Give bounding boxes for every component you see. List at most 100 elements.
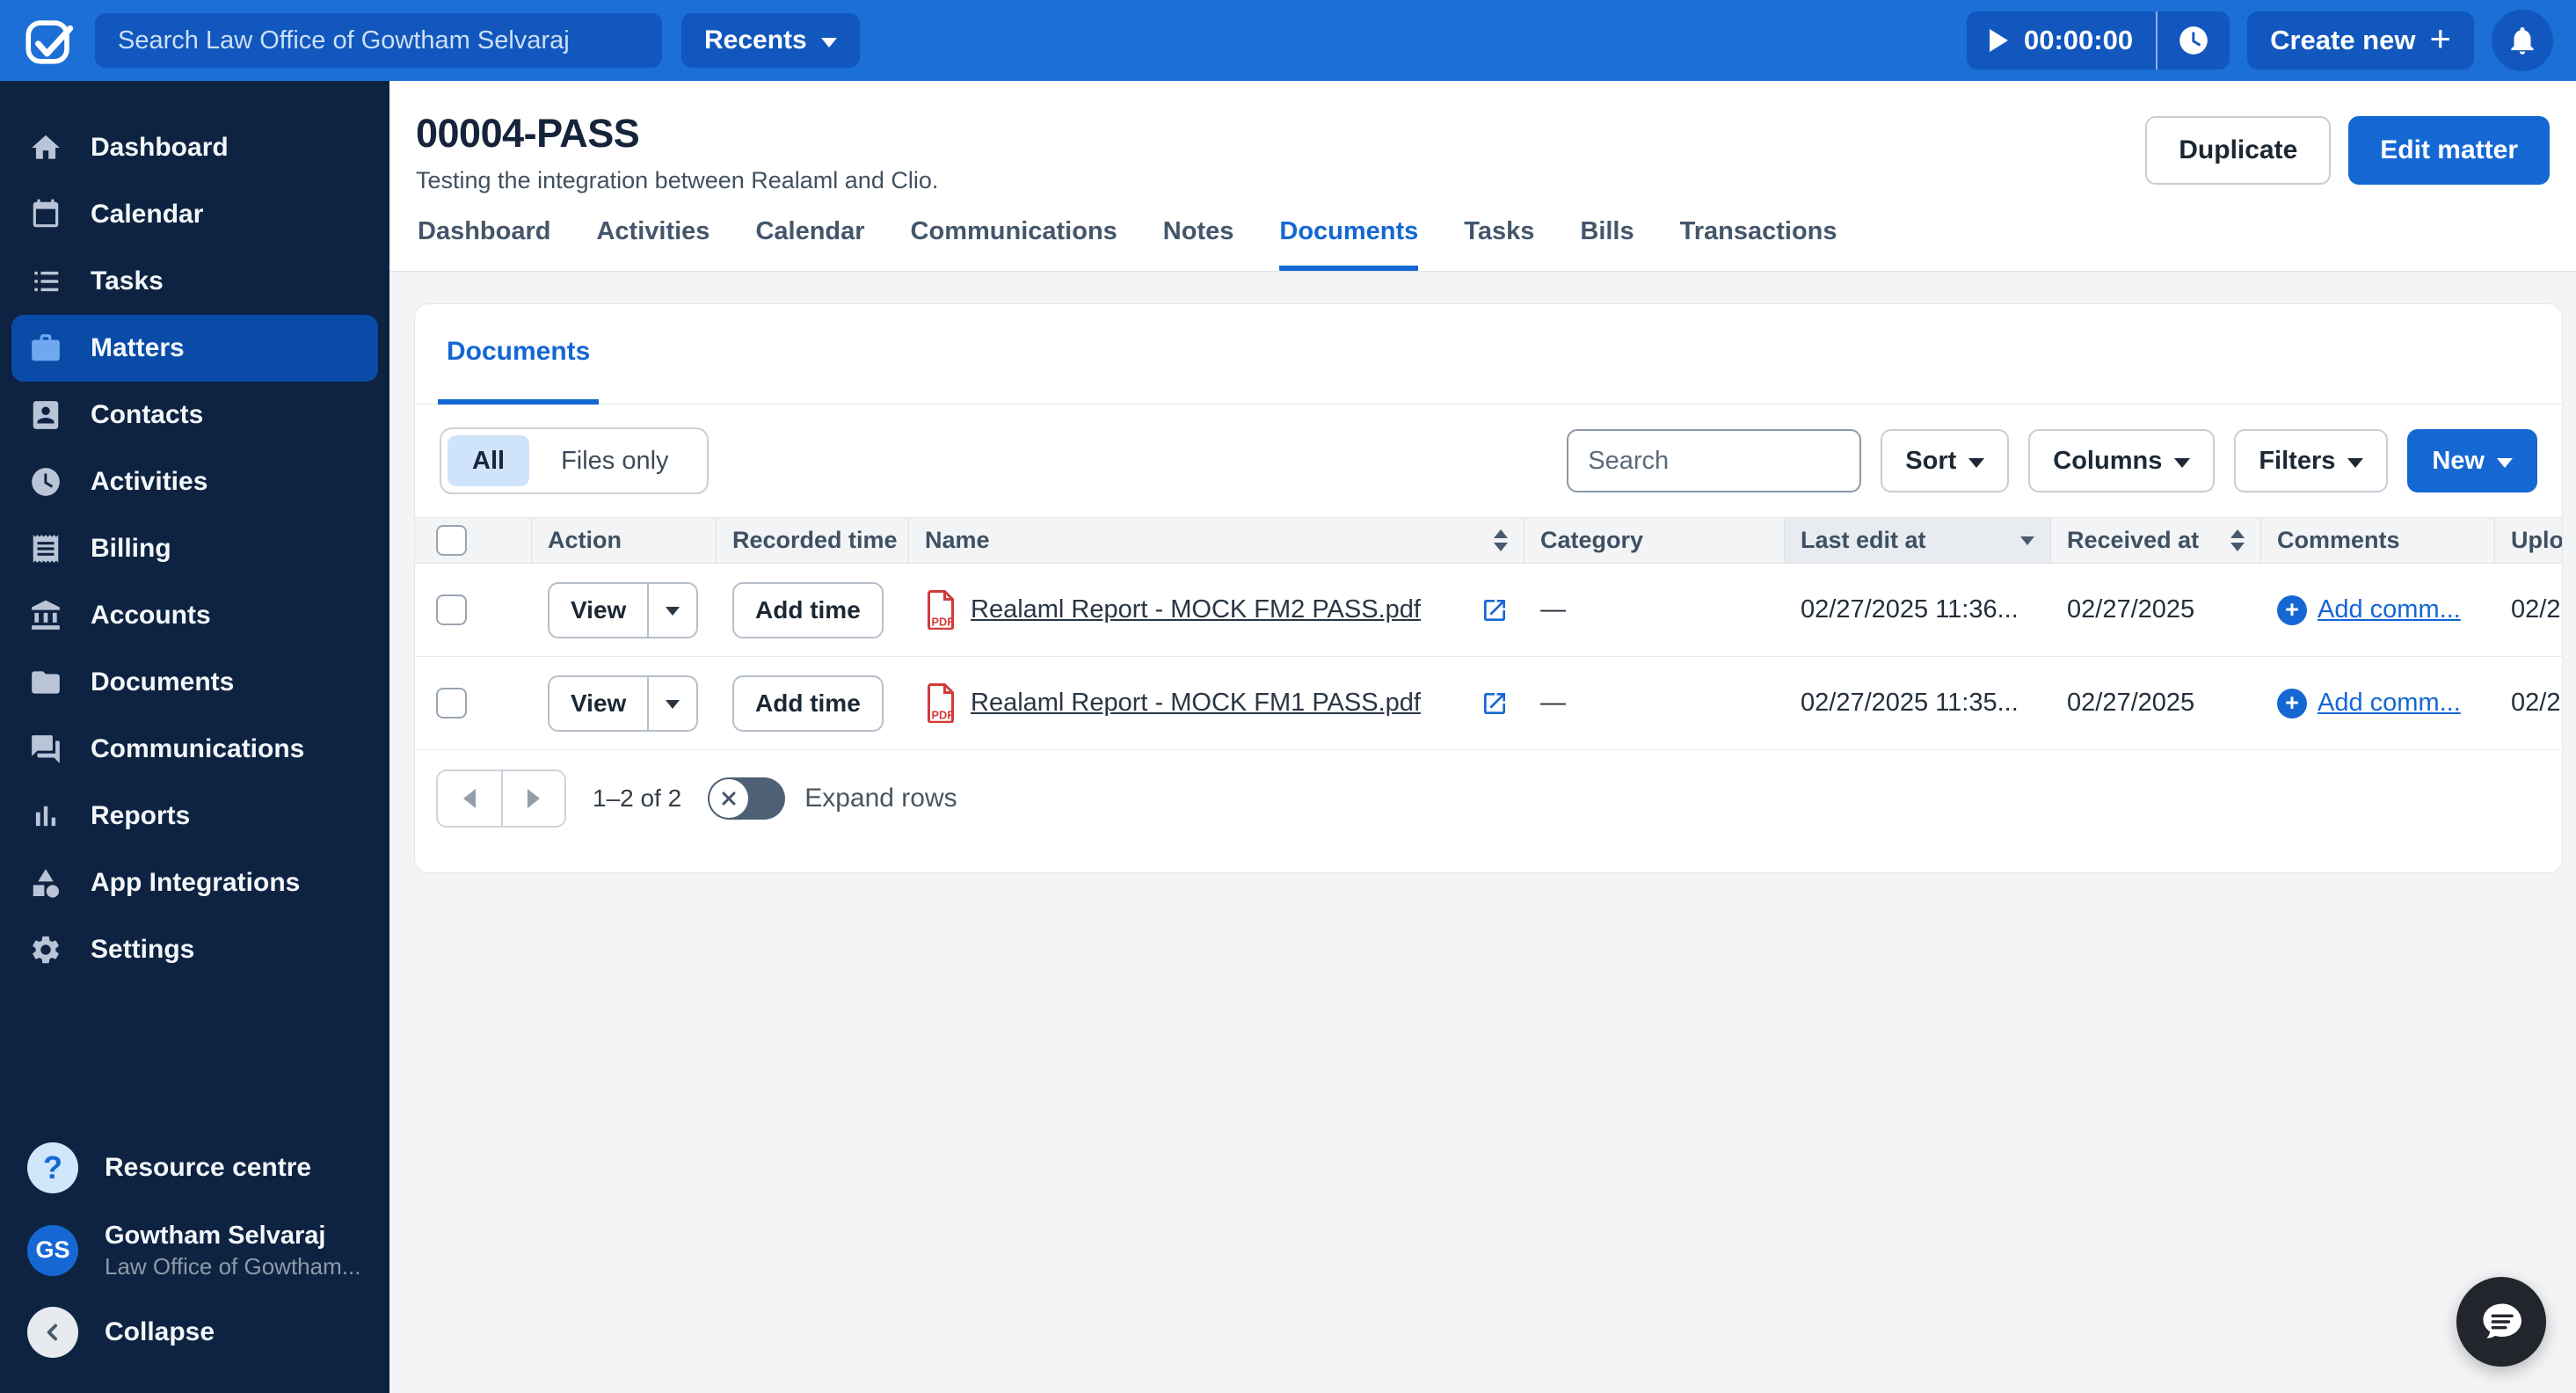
sidebar-item-reports[interactable]: Reports (11, 783, 378, 850)
row-checkbox[interactable] (436, 688, 467, 718)
sort-button[interactable]: Sort (1881, 429, 2010, 492)
sidebar-item-accounts[interactable]: Accounts (11, 582, 378, 649)
tab-notes[interactable]: Notes (1163, 217, 1234, 271)
new-label: New (2432, 446, 2485, 475)
documents-table: Action Recorded time Name Category Last … (415, 517, 2563, 750)
view-split-button[interactable]: View (548, 581, 699, 638)
expand-rows-control: Expand rows (708, 777, 957, 820)
column-header-uploaded: Uplo (2511, 527, 2563, 553)
view-dropdown-button[interactable] (647, 583, 696, 637)
expand-rows-toggle[interactable] (708, 777, 786, 820)
sidebar-item-billing[interactable]: Billing (11, 515, 378, 582)
bank-icon (27, 597, 64, 634)
segment-files-only[interactable]: Files only (529, 447, 701, 476)
uploaded-cell: 02/2 (2511, 595, 2561, 624)
subtab-documents[interactable]: Documents (438, 304, 600, 405)
chevron-left-small-icon (463, 789, 476, 808)
tab-documents[interactable]: Documents (1279, 217, 1419, 271)
table-header-row: Action Recorded time Name Category Last … (415, 517, 2563, 564)
add-time-button[interactable]: Add time (732, 675, 884, 732)
tab-activities[interactable]: Activities (596, 217, 709, 271)
external-link-icon[interactable] (1481, 689, 1509, 718)
create-new-label: Create new (2270, 25, 2416, 55)
resource-centre-label: Resource centre (105, 1153, 312, 1183)
clio-logo-icon[interactable] (23, 14, 76, 67)
sidebar-item-dashboard[interactable]: Dashboard (11, 114, 378, 181)
category-cell: — (1540, 595, 1566, 624)
duplicate-button[interactable]: Duplicate (2145, 116, 2332, 185)
global-search-input[interactable] (95, 13, 662, 68)
briefcase-icon (27, 330, 64, 367)
sidebar-bottom: ? Resource centre GS Gowtham Selvaraj La… (0, 1134, 389, 1393)
chevron-down-icon (2174, 457, 2191, 468)
documents-subtabs: Documents (415, 304, 2562, 405)
sidebar-item-settings[interactable]: Settings (11, 916, 378, 983)
sidebar-item-app-integrations[interactable]: App Integrations (11, 850, 378, 916)
external-link-icon[interactable] (1481, 596, 1509, 624)
column-header-last-edit-at[interactable]: Last edit at (1785, 518, 2051, 563)
expand-rows-label: Expand rows (804, 784, 957, 813)
sort-desc-icon (2020, 536, 2034, 545)
sidebar-item-contacts[interactable]: Contacts (11, 382, 378, 449)
column-header-name[interactable]: Name (909, 518, 1524, 563)
user-menu[interactable]: GS Gowtham Selvaraj Law Office of Gowtha… (11, 1211, 378, 1289)
sidebar-item-tasks[interactable]: Tasks (11, 248, 378, 315)
pagination-range: 1–2 of 2 (593, 784, 682, 812)
view-button-label: View (571, 595, 627, 624)
chevron-down-icon (2347, 457, 2364, 468)
notifications-button[interactable] (2492, 10, 2553, 71)
sidebar-item-communications[interactable]: Communications (11, 716, 378, 783)
tab-calendar[interactable]: Calendar (755, 217, 864, 271)
recents-button[interactable]: Recents (681, 13, 860, 68)
pdf-icon: PDF (928, 683, 955, 723)
segment-all[interactable]: All (448, 435, 530, 486)
tab-bills[interactable]: Bills (1580, 217, 1634, 271)
view-dropdown-button[interactable] (647, 676, 696, 730)
chevron-down-icon (820, 37, 837, 47)
next-page-button[interactable] (501, 771, 564, 826)
clock-button[interactable] (2158, 24, 2230, 57)
play-icon (1989, 29, 2008, 52)
column-header-action: Action (532, 518, 717, 563)
tab-tasks[interactable]: Tasks (1464, 217, 1534, 271)
chat-fab-button[interactable] (2456, 1277, 2546, 1367)
column-header-category: Category (1524, 518, 1785, 563)
previous-page-button[interactable] (438, 771, 501, 826)
tab-dashboard[interactable]: Dashboard (418, 217, 550, 271)
columns-button[interactable]: Columns (2028, 429, 2216, 492)
column-header-recorded-time: Recorded time (717, 518, 909, 563)
column-header-comments: Comments (2261, 518, 2495, 563)
create-new-button[interactable]: Create new + (2247, 11, 2474, 69)
topbar: Recents 00:00:00 Create new + (0, 0, 2576, 81)
recents-label: Recents (704, 26, 807, 55)
bar-chart-icon (27, 798, 64, 835)
table-row: View Add time PDF Realaml Report - MOCK … (415, 657, 2562, 750)
collapse-button[interactable]: Collapse (11, 1298, 378, 1367)
user-name: Gowtham Selvaraj (105, 1222, 326, 1251)
filters-button[interactable]: Filters (2234, 429, 2389, 492)
main-content: 00004-PASS Testing the integration betwe… (389, 81, 2576, 1393)
add-time-button[interactable]: Add time (732, 581, 884, 638)
sidebar-item-calendar[interactable]: Calendar (11, 181, 378, 248)
row-checkbox[interactable] (436, 594, 467, 625)
timer-start-button[interactable]: 00:00:00 (1967, 25, 2156, 56)
select-all-checkbox[interactable] (436, 525, 467, 556)
resource-centre-button[interactable]: ? Resource centre (11, 1134, 378, 1202)
document-link[interactable]: Realaml Report - MOCK FM2 PASS.pdf (971, 595, 1421, 624)
svg-text:PDF: PDF (932, 709, 955, 722)
sort-both-icon (2230, 529, 2245, 551)
edit-matter-button[interactable]: Edit matter (2348, 116, 2550, 185)
matter-header: 00004-PASS Testing the integration betwe… (389, 81, 2576, 272)
document-link[interactable]: Realaml Report - MOCK FM1 PASS.pdf (971, 689, 1421, 718)
view-split-button[interactable]: View (548, 675, 699, 732)
new-button[interactable]: New (2407, 429, 2537, 492)
documents-search-input[interactable] (1567, 429, 1862, 492)
tab-transactions[interactable]: Transactions (1680, 217, 1837, 271)
sidebar-item-activities[interactable]: Activities (11, 449, 378, 515)
add-comment-link[interactable]: + Add comm... (2277, 594, 2461, 625)
column-header-received-at[interactable]: Received at (2051, 518, 2261, 563)
add-comment-link[interactable]: + Add comm... (2277, 688, 2461, 718)
sidebar-item-matters[interactable]: Matters (11, 315, 378, 382)
sidebar-item-documents[interactable]: Documents (11, 649, 378, 716)
tab-communications[interactable]: Communications (911, 217, 1117, 271)
